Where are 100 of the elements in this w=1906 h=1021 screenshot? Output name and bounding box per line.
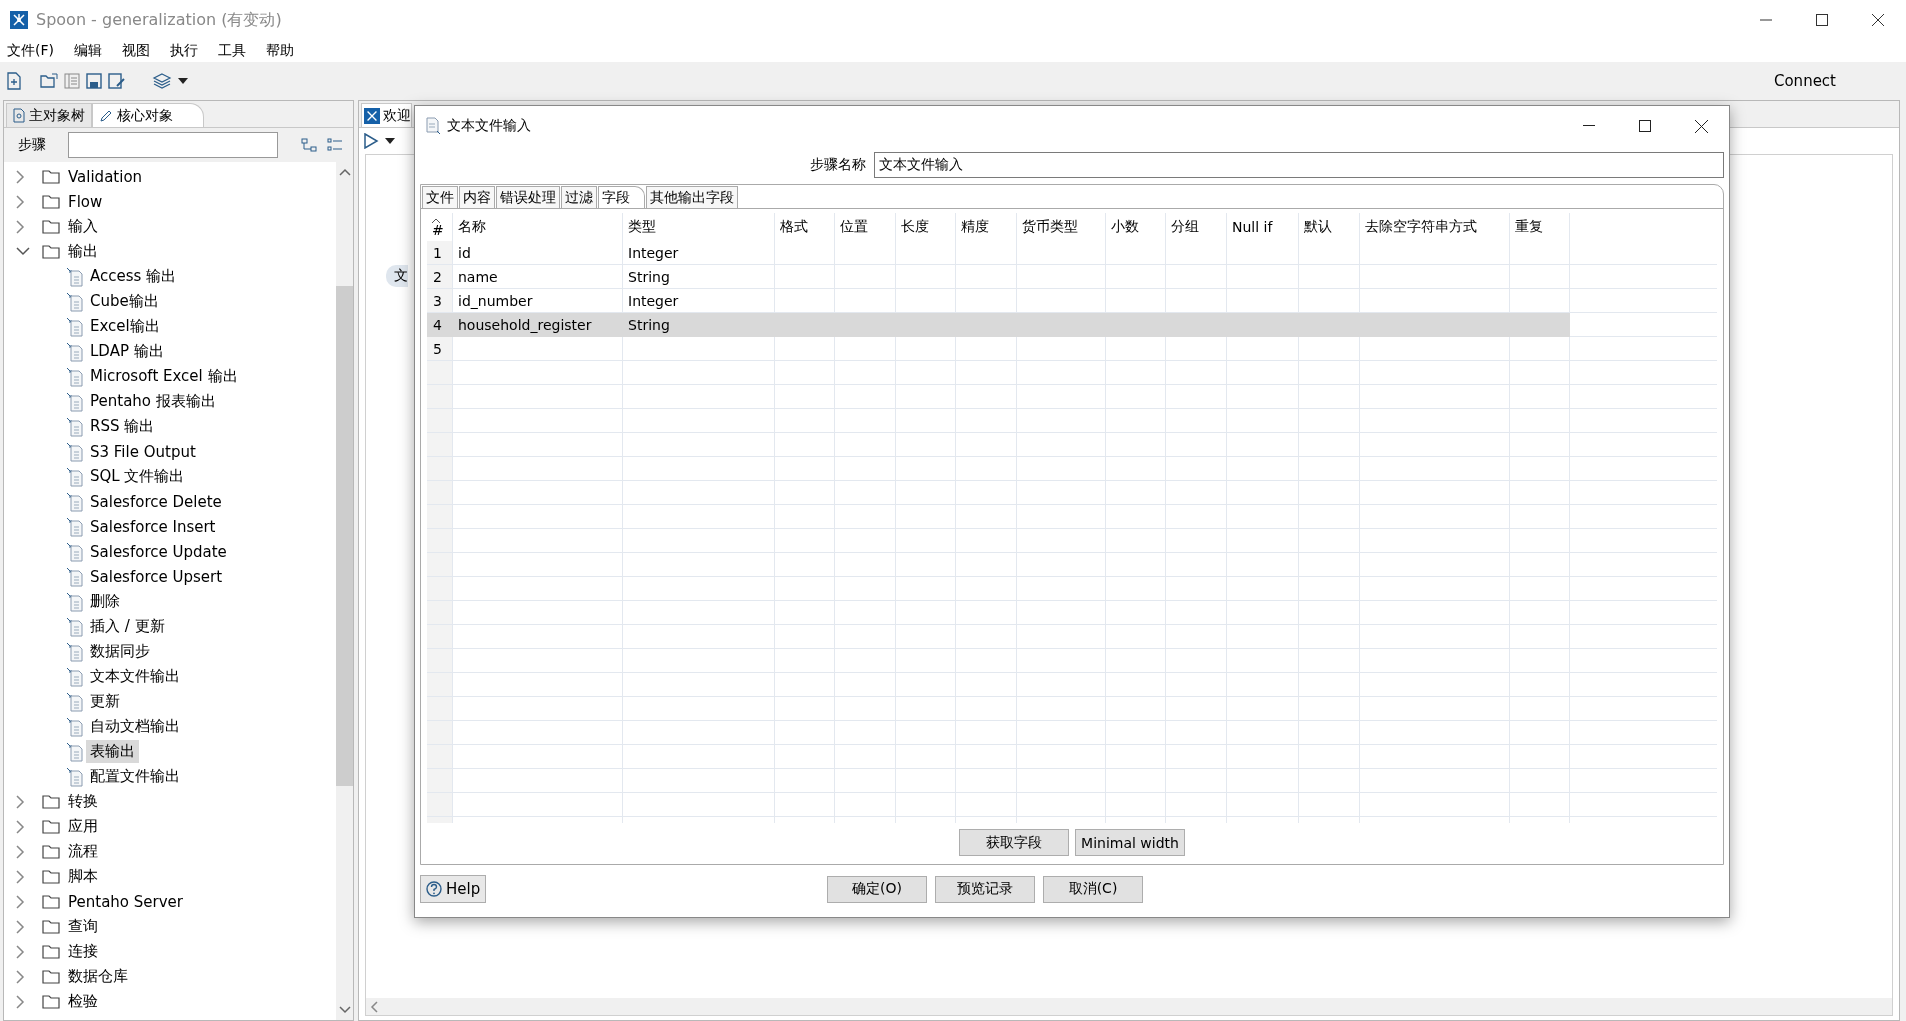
new-file-icon[interactable] [6,72,22,90]
dialog-button[interactable]: 取消(C) [1043,875,1143,903]
tree-item[interactable]: RSS 输出 [90,417,155,436]
maximize-icon[interactable] [1816,14,1828,26]
dialog-tab[interactable]: 过滤 [561,186,597,208]
search-field[interactable] [68,132,278,158]
tree-item[interactable]: Validation [68,167,143,186]
tree-item[interactable]: Salesforce Update [90,542,227,561]
column-header[interactable]: Null if [1227,213,1299,241]
scrollbar[interactable] [336,162,353,1020]
editor-tab[interactable]: 欢迎 [361,103,412,127]
column-header[interactable]: 货币类型 [1017,213,1106,241]
tree-item[interactable]: Pentaho 报表输出 [90,392,216,411]
tree-item[interactable]: SQL 文件输出 [90,467,185,486]
tree-item[interactable]: 配置文件输出 [90,767,180,786]
tree-item[interactable]: Flow [68,192,103,211]
tree-item[interactable]: 数据同步 [90,642,150,661]
menu-item[interactable]: 帮助 [263,42,297,60]
column-header[interactable]: 位置 [835,213,896,241]
scroll-left-icon[interactable] [370,1000,378,1013]
save-icon[interactable] [86,73,102,89]
minimize-icon[interactable] [1583,125,1595,127]
column-header[interactable]: 去除空字符串方式 [1360,213,1510,241]
tree-item[interactable]: 表输出 [86,740,139,763]
menu-item[interactable]: 视图 [119,42,153,60]
dialog-tab[interactable]: 其他输出字段 [646,186,738,208]
tree-item[interactable]: 查询 [68,917,98,936]
panel-tab[interactable]: 主对象树 [6,103,92,127]
table-action-button[interactable]: Minimal width [1075,829,1185,856]
tree-item[interactable]: 数据仓库 [68,967,128,986]
column-header[interactable]: 默认 [1299,213,1360,241]
column-header[interactable]: 长度 [896,213,956,241]
tree-item[interactable]: 输入 [68,217,98,236]
panel-tab[interactable]: 核心对象 [92,103,204,127]
tree-item[interactable]: 输出 [68,242,98,261]
tree-item[interactable]: Cube输出 [90,292,159,311]
close-icon[interactable] [1872,14,1884,26]
dropdown-caret-icon[interactable] [385,138,395,144]
tree-item[interactable]: 检验 [68,992,98,1011]
close-icon[interactable] [1694,119,1708,133]
column-header[interactable]: 重复 [1510,213,1570,241]
table-row[interactable]: 1 id Integer [427,241,1570,265]
table-row[interactable]: 2 name String [427,265,1570,289]
tree-item[interactable]: Salesforce Insert [90,517,216,536]
column-header[interactable]: 格式 [775,213,835,241]
tree-item[interactable]: 更新 [90,692,120,711]
column-header[interactable]: 类型 [623,213,775,241]
maximize-icon[interactable] [1639,120,1651,132]
tree-item[interactable]: 插入 / 更新 [90,617,165,636]
tree-item[interactable]: 删除 [90,592,120,611]
tree-item[interactable]: LDAP 输出 [90,342,164,361]
tree-item[interactable]: 转换 [68,792,98,811]
connect-button[interactable]: Connect [1773,72,1836,90]
column-header[interactable]: 小数 [1106,213,1166,241]
layers-icon[interactable] [152,72,172,90]
tree-item[interactable]: Salesforce Upsert [90,567,223,586]
sort-caret-icon[interactable] [432,217,440,223]
save-as-icon[interactable] [108,73,126,89]
dialog-button[interactable]: 确定(O) [827,875,927,903]
menu-item[interactable]: 编辑 [71,42,105,60]
tree-item[interactable]: 流程 [68,842,98,861]
tree-item[interactable]: 连接 [68,942,98,961]
step-name-field[interactable]: 文本文件输入 [874,152,1724,178]
menu-item[interactable]: 工具 [215,42,249,60]
tree-item[interactable]: Microsoft Excel 输出 [90,367,238,386]
canvas-step[interactable]: 文 [386,265,408,287]
menu-item[interactable]: 文件(F) [4,42,57,60]
hierarchy-icon[interactable] [301,138,317,152]
table-row[interactable]: 3 id_number Integer [427,289,1570,313]
tree-item[interactable]: 文本文件输出 [90,667,180,686]
dialog-tab[interactable]: 错误处理 [496,186,560,208]
tree-item[interactable]: 脚本 [68,867,98,886]
menu-item[interactable]: 执行 [167,42,201,60]
dialog-tab[interactable]: 字段 [598,186,645,208]
dropdown-caret-icon[interactable] [178,78,188,84]
scroll-up-icon[interactable] [338,168,351,176]
help-button[interactable]: Help [420,875,487,903]
table-action-button[interactable]: 获取字段 [959,829,1069,856]
tree-item[interactable]: Salesforce Delete [90,492,222,511]
scroll-down-icon[interactable] [338,1006,351,1014]
tree-item[interactable]: 自动文档输出 [90,717,180,736]
horizontal-scrollbar[interactable] [366,998,1892,1015]
tree-item[interactable]: Access 输出 [90,267,177,286]
tree-item[interactable]: Pentaho Server [68,892,183,911]
table-row[interactable]: 4 household_register String [427,313,1570,337]
tree-item[interactable]: S3 File Output [90,442,196,461]
dialog-tab[interactable]: 内容 [459,186,495,208]
tree-item[interactable]: Excel输出 [90,317,160,336]
column-header[interactable]: # [432,222,444,237]
column-header[interactable]: 名称 [453,213,623,241]
list-icon[interactable] [64,73,80,89]
tree-item[interactable]: 应用 [68,817,98,836]
dialog-button[interactable]: 预览记录 [935,875,1035,903]
run-icon[interactable] [363,133,379,149]
column-header[interactable]: 精度 [956,213,1017,241]
column-header[interactable]: 分组 [1166,213,1227,241]
table-row[interactable]: 5 [427,337,1570,361]
dialog-tab[interactable]: 文件 [422,186,458,208]
open-folder-icon[interactable] [40,73,58,89]
list-view-icon[interactable] [327,138,343,152]
